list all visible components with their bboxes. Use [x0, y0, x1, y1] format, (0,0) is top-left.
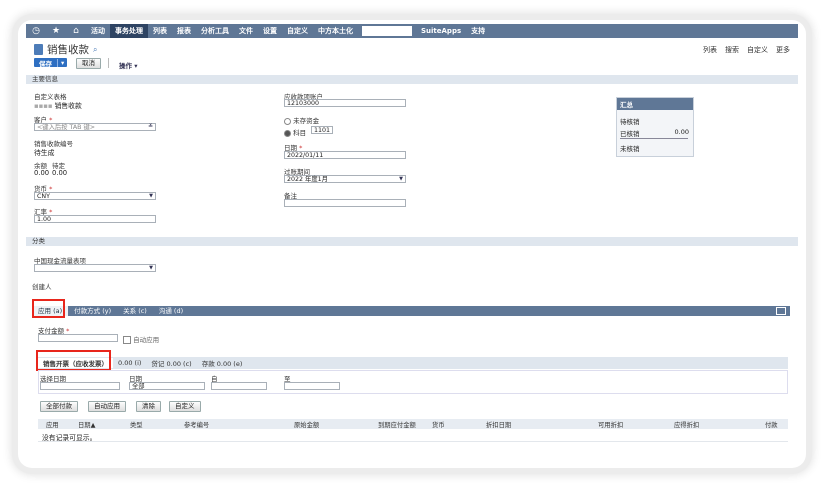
tab-communication[interactable]: 沟通 (d) [153, 306, 189, 316]
cancel-button[interactable]: 取消 [76, 58, 101, 69]
select-date-input[interactable] [40, 382, 120, 390]
col-ref[interactable]: 参考编号 [184, 420, 209, 429]
app-window: ◷ ★ ⌂ 活动 事务处理 列表 报表 分析工具 文件 设置 自定义 中方本土化… [18, 20, 806, 468]
number-value: 待生成 [34, 149, 55, 157]
star-icon[interactable]: ★ [46, 26, 66, 36]
page-header: 销售收款 ⌕ [34, 42, 97, 57]
pay-all-button[interactable]: 全部付款 [40, 401, 78, 412]
created-by-label: 创建人 [32, 283, 52, 291]
col-payment[interactable]: 付款 [765, 420, 778, 429]
summary-unapplied-label: 未核销 [620, 145, 640, 153]
chevron-down-icon[interactable]: ▾ [57, 58, 67, 67]
tab-payment-method[interactable]: 付款方式 (y) [68, 306, 117, 316]
nav-suiteapps[interactable]: SuiteApps [416, 24, 466, 38]
col-disc-date[interactable]: 折扣日期 [486, 420, 511, 429]
subtab-other[interactable]: 0.00 (i) [113, 359, 146, 367]
col-orig-amount[interactable]: 原始金额 [294, 420, 319, 429]
document-icon [34, 44, 43, 55]
grid-divider [38, 441, 788, 442]
undeposited-option[interactable]: 未存资金 [284, 115, 319, 125]
search-icon[interactable]: ⌕ [93, 45, 97, 55]
date-input[interactable]: 2022/01/11 [284, 151, 406, 159]
nav-hidden-item [362, 26, 412, 36]
tab-relationships[interactable]: 关系 (c) [117, 306, 153, 316]
nav-transactions[interactable]: 事务处理 [110, 24, 148, 38]
page-title: 销售收款 [47, 44, 89, 56]
custom-form-text: 销售收款 [54, 102, 82, 110]
more-link[interactable]: 更多 [776, 45, 790, 55]
customer-input[interactable]: <键入后按 TAB 键> [34, 123, 156, 131]
clock-icon[interactable]: ◷ [26, 26, 46, 36]
search-link[interactable]: 搜索 [725, 45, 739, 55]
summary-box: 汇总 待核销 已核销 0.00 未核销 [616, 97, 694, 157]
clear-button[interactable]: 清除 [136, 401, 161, 412]
save-label: 保存 [39, 59, 52, 68]
nav-customization[interactable]: 自定义 [282, 24, 313, 38]
summary-to-apply-label: 待核销 [620, 118, 640, 126]
pending-value: 0.00 [52, 169, 68, 177]
subtab-deposits[interactable]: 存款 0.00 (e) [197, 358, 248, 368]
nav-setup[interactable]: 设置 [258, 24, 282, 38]
highlight-invoice-subtab [36, 350, 111, 371]
section-main: 主要信息 [26, 75, 798, 84]
filter-to-input[interactable] [284, 382, 340, 390]
summary-title: 汇总 [617, 98, 693, 110]
section-classification: 分类 [26, 237, 798, 246]
account-input[interactable]: 1101 [311, 126, 333, 134]
cashflow-select[interactable] [34, 264, 156, 272]
double-chevron-icon[interactable]: ≚ [148, 123, 153, 130]
tab-bar: 应用 (a) 付款方式 (y) 关系 (c) 沟通 (d) [32, 306, 790, 316]
undeposited-label: 未存资金 [293, 117, 320, 125]
filter-from-input[interactable] [211, 382, 267, 390]
auto-apply-label: 自动应用 [133, 336, 160, 344]
summary-divider [620, 138, 688, 139]
payment-amount-input[interactable] [38, 334, 118, 342]
nav-reports[interactable]: 报表 [172, 24, 196, 38]
customize-link[interactable]: 自定义 [747, 45, 768, 55]
balance-value: 0.00 [34, 169, 50, 177]
nav-analytics[interactable]: 分析工具 [196, 24, 234, 38]
list-link[interactable]: 列表 [703, 45, 717, 55]
subtab-credits[interactable]: 贷记 0.00 (c) [146, 358, 196, 368]
filter-date-input[interactable]: 全部 [129, 382, 205, 390]
summary-applied-label: 已核销 [620, 130, 640, 138]
account-radio[interactable] [284, 129, 291, 137]
customize-button[interactable]: 自定义 [169, 401, 201, 412]
undeposited-radio[interactable] [284, 117, 291, 125]
grid-header: 应用 日期▲ 类型 参考编号 原始金额 到期应付金额 货币 折扣日期 可用折扣 … [38, 419, 788, 429]
period-select[interactable]: 2022 年度1月 [284, 175, 406, 183]
memo-input[interactable] [284, 199, 406, 207]
top-nav: ◷ ★ ⌂ 活动 事务处理 列表 报表 分析工具 文件 设置 自定义 中方本土化… [26, 24, 798, 38]
col-apply[interactable]: 应用 [46, 420, 59, 429]
col-currency[interactable]: 货币 [432, 420, 445, 429]
rate-input[interactable]: 1.00 [34, 215, 156, 223]
top-right-links: 列表 搜索 自定义 更多 [703, 45, 790, 55]
toolbar-divider [108, 58, 109, 68]
expand-icon[interactable] [776, 307, 786, 315]
home-icon[interactable]: ⌂ [66, 26, 86, 36]
col-disc-avail[interactable]: 可用折扣 [598, 420, 623, 429]
currency-select[interactable]: CNY [34, 192, 156, 200]
col-type[interactable]: 类型 [130, 420, 143, 429]
save-button[interactable]: 保存 ▾ [34, 58, 68, 68]
summary-applied-value: 0.00 [674, 128, 689, 136]
ar-account-input[interactable]: 12103000 [284, 99, 406, 107]
subtab-bar: 销售开票（应收发票） 0.00 (i) 贷记 0.00 (c) 存款 0.00 … [38, 357, 788, 369]
nav-documents[interactable]: 文件 [234, 24, 258, 38]
col-date[interactable]: 日期▲ [78, 420, 95, 429]
nav-lists[interactable]: 列表 [148, 24, 172, 38]
account-label: 科目 [293, 129, 307, 137]
nav-activities[interactable]: 活动 [86, 24, 110, 38]
custom-form-value[interactable]: ▪▪▪▪ 销售收款 [34, 100, 82, 110]
actions-menu[interactable]: 操作 ▾ [119, 60, 138, 70]
auto-apply-checkbox[interactable] [123, 336, 131, 344]
account-option[interactable]: 科目 [284, 127, 306, 137]
nav-support[interactable]: 支持 [466, 24, 490, 38]
col-disc-taken[interactable]: 应得折扣 [674, 420, 699, 429]
col-amount-due[interactable]: 到期应付金额 [378, 420, 416, 429]
nav-localization[interactable]: 中方本土化 [313, 24, 358, 38]
auto-apply-button[interactable]: 自动应用 [88, 401, 126, 412]
auto-apply-option[interactable]: 自动应用 [123, 334, 159, 344]
highlight-apply-tab [32, 299, 65, 318]
